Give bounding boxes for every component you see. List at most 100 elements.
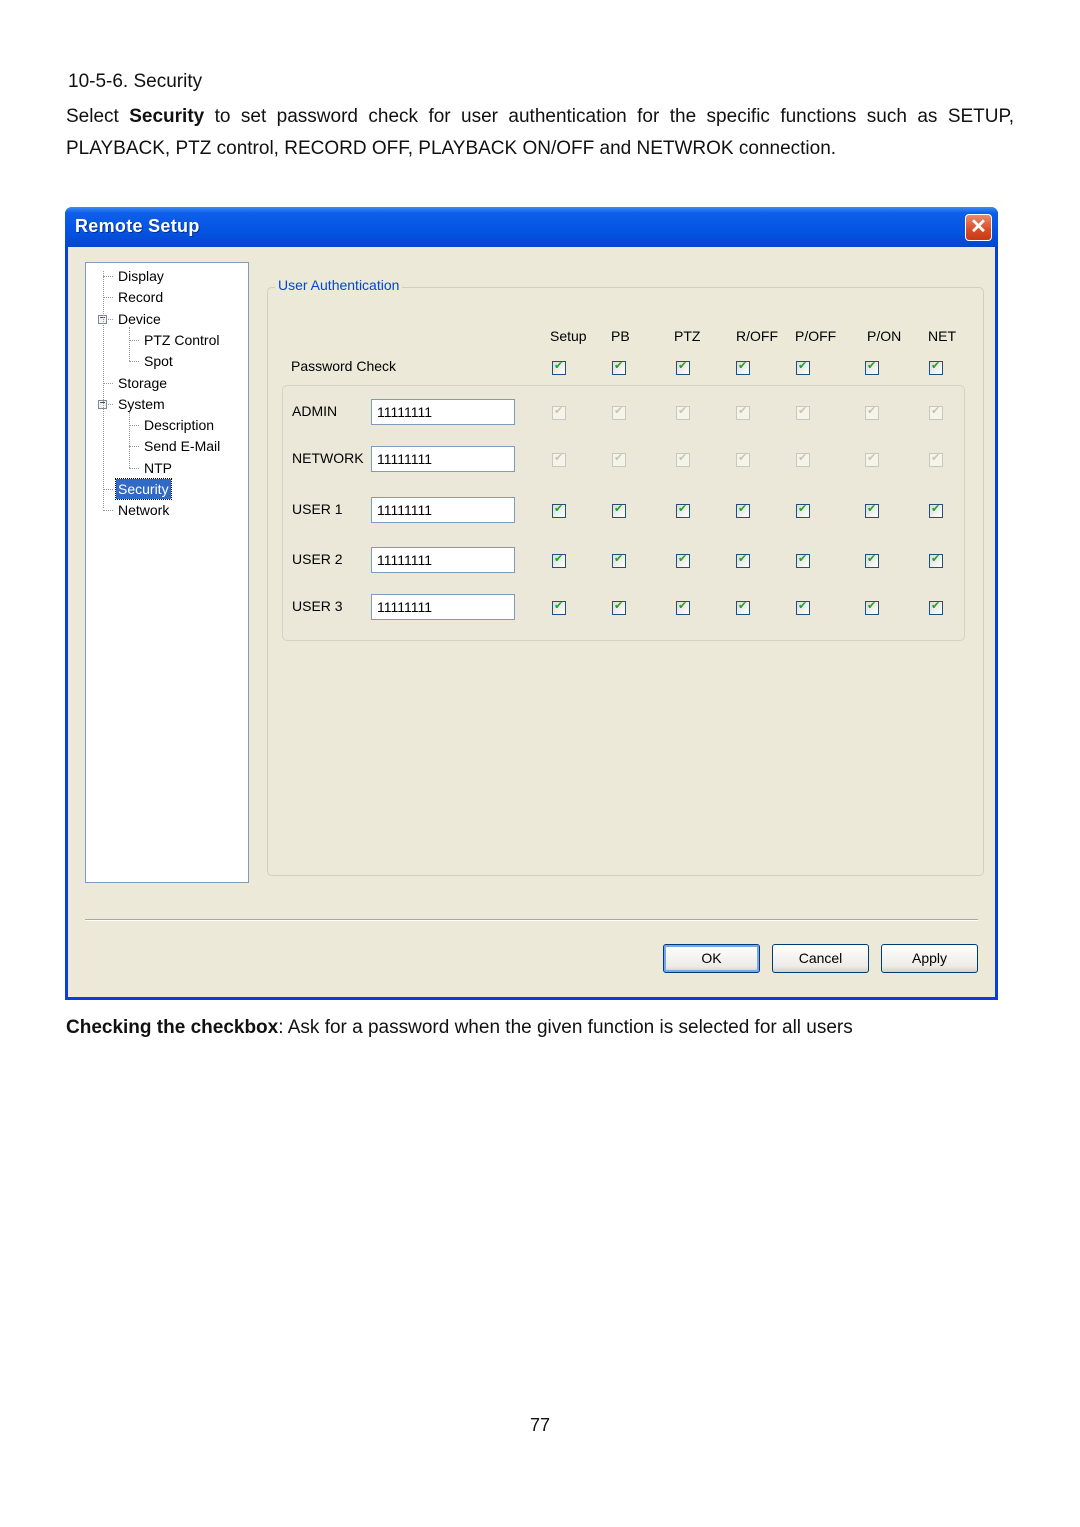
tree-connector bbox=[129, 446, 139, 448]
column-header-r-off: R/OFF bbox=[736, 328, 778, 344]
tree-item-security[interactable]: Security bbox=[115, 478, 172, 500]
tree-connector bbox=[103, 489, 113, 490]
tree-item-record[interactable]: Record bbox=[116, 287, 165, 307]
permission-checkbox bbox=[676, 451, 690, 467]
permission-checkbox bbox=[552, 451, 566, 467]
intro-text-rest: to set password check for user authentic… bbox=[66, 106, 1014, 159]
permission-checkbox bbox=[736, 404, 750, 420]
group-title: User Authentication bbox=[275, 277, 403, 293]
permission-checkbox[interactable] bbox=[796, 552, 810, 568]
ok-button[interactable]: OK bbox=[663, 944, 760, 973]
permission-checkbox[interactable] bbox=[552, 599, 566, 615]
permission-checkbox bbox=[796, 404, 810, 420]
user-label: USER 2 bbox=[292, 551, 343, 567]
password-check-label: Password Check bbox=[291, 358, 397, 374]
close-button[interactable]: ✕ bbox=[965, 214, 992, 241]
note-bold-term: Checking the checkbox bbox=[66, 1017, 279, 1038]
permission-checkbox bbox=[612, 451, 626, 467]
intro-text: Select bbox=[66, 106, 130, 127]
permission-checkbox[interactable] bbox=[552, 552, 566, 568]
password-input-user-2[interactable] bbox=[371, 547, 515, 573]
intro-bold-term: Security bbox=[129, 106, 205, 127]
tree-item-spot[interactable]: Spot bbox=[142, 351, 175, 371]
permission-checkbox[interactable] bbox=[929, 502, 943, 518]
user-label: USER 3 bbox=[292, 598, 343, 614]
tree-item-network[interactable]: Network bbox=[116, 500, 171, 520]
password-check-checkbox-pb[interactable] bbox=[612, 359, 626, 375]
permission-checkbox[interactable] bbox=[736, 599, 750, 615]
tree-connector-vertical bbox=[129, 326, 130, 362]
user-label: USER 1 bbox=[292, 501, 343, 517]
permission-checkbox bbox=[676, 404, 690, 420]
intro-paragraph: Select Security to set password check fo… bbox=[66, 101, 1014, 165]
tree-connector bbox=[129, 361, 139, 363]
column-header-p-on: P/ON bbox=[867, 328, 902, 344]
close-icon: ✕ bbox=[970, 216, 987, 238]
page-number: 77 bbox=[529, 1415, 551, 1435]
tree-item-ntp[interactable]: NTP bbox=[142, 458, 174, 478]
remote-setup-window: Remote Setup ✕ Display Record Device − PTZ C… bbox=[65, 207, 998, 1000]
tree-connector bbox=[103, 382, 113, 384]
permission-checkbox[interactable] bbox=[865, 502, 879, 518]
permission-checkbox bbox=[552, 404, 566, 420]
permission-checkbox[interactable] bbox=[796, 599, 810, 615]
permission-checkbox bbox=[929, 404, 943, 420]
title-bar[interactable]: Remote Setup ✕ bbox=[65, 207, 998, 247]
column-header-net: NET bbox=[928, 328, 956, 344]
apply-button[interactable]: Apply bbox=[881, 944, 978, 973]
column-header-ptz: PTZ bbox=[674, 328, 701, 344]
tree-connector bbox=[103, 297, 113, 299]
permission-checkbox[interactable] bbox=[676, 502, 690, 518]
password-check-checkbox-r-off[interactable] bbox=[736, 359, 750, 375]
permission-checkbox[interactable] bbox=[865, 599, 879, 615]
tree-item-system[interactable]: System bbox=[116, 394, 167, 414]
tree-connector bbox=[103, 276, 113, 277]
window-client: Display Record Device − PTZ Control Spot Stora… bbox=[68, 247, 995, 997]
permission-checkbox bbox=[865, 404, 879, 420]
tree-item-device[interactable]: Device bbox=[116, 309, 163, 329]
password-check-checkbox-setup[interactable] bbox=[552, 359, 566, 375]
tree-item-ptz-control[interactable]: PTZ Control bbox=[142, 330, 221, 350]
tree-item-display[interactable]: Display bbox=[116, 266, 166, 286]
user-label: ADMIN bbox=[292, 403, 338, 419]
column-header-p-off: P/OFF bbox=[795, 328, 837, 344]
permission-checkbox[interactable] bbox=[612, 552, 626, 568]
user-label: NETWORK bbox=[292, 450, 364, 466]
password-input-network[interactable] bbox=[371, 446, 515, 472]
window-title: Remote Setup bbox=[75, 216, 200, 236]
tree-connector bbox=[129, 425, 139, 427]
tree-item-description[interactable]: Description bbox=[142, 415, 216, 435]
cancel-button[interactable]: Cancel bbox=[772, 944, 869, 973]
separator bbox=[85, 919, 978, 921]
permission-checkbox[interactable] bbox=[552, 502, 566, 518]
permission-checkbox[interactable] bbox=[929, 599, 943, 615]
password-check-checkbox-p-off[interactable] bbox=[796, 359, 810, 375]
note-text: : Ask for a password when the given func… bbox=[278, 1017, 853, 1038]
checkbox-note: Checking the checkbox: Ask for a passwor… bbox=[66, 1017, 853, 1039]
password-input-admin[interactable] bbox=[371, 399, 515, 425]
permission-checkbox[interactable] bbox=[736, 502, 750, 518]
permission-checkbox bbox=[612, 404, 626, 420]
settings-tree[interactable]: Display Record Device − PTZ Control Spot Stora… bbox=[85, 262, 249, 883]
column-header-setup: Setup bbox=[550, 328, 587, 344]
password-input-user-1[interactable] bbox=[371, 497, 515, 523]
permission-checkbox[interactable] bbox=[676, 599, 690, 615]
tree-item-storage[interactable]: Storage bbox=[116, 373, 169, 393]
password-check-checkbox-net[interactable] bbox=[929, 359, 943, 375]
permission-checkbox[interactable] bbox=[612, 599, 626, 615]
permission-checkbox[interactable] bbox=[865, 552, 879, 568]
permission-checkbox[interactable] bbox=[929, 552, 943, 568]
tree-connector-vertical bbox=[103, 271, 104, 509]
password-input-user-3[interactable] bbox=[371, 594, 515, 620]
tree-connector bbox=[129, 339, 139, 341]
password-check-checkbox-ptz[interactable] bbox=[676, 359, 690, 375]
permission-checkbox bbox=[865, 451, 879, 467]
password-check-checkbox-p-on[interactable] bbox=[865, 359, 879, 375]
column-header-pb: PB bbox=[611, 328, 630, 344]
permission-checkbox[interactable] bbox=[736, 552, 750, 568]
permission-checkbox[interactable] bbox=[796, 502, 810, 518]
tree-item-send-e-mail[interactable]: Send E-Mail bbox=[142, 436, 222, 456]
permission-checkbox[interactable] bbox=[676, 552, 690, 568]
permission-checkbox[interactable] bbox=[612, 502, 626, 518]
permission-checkbox bbox=[796, 451, 810, 467]
